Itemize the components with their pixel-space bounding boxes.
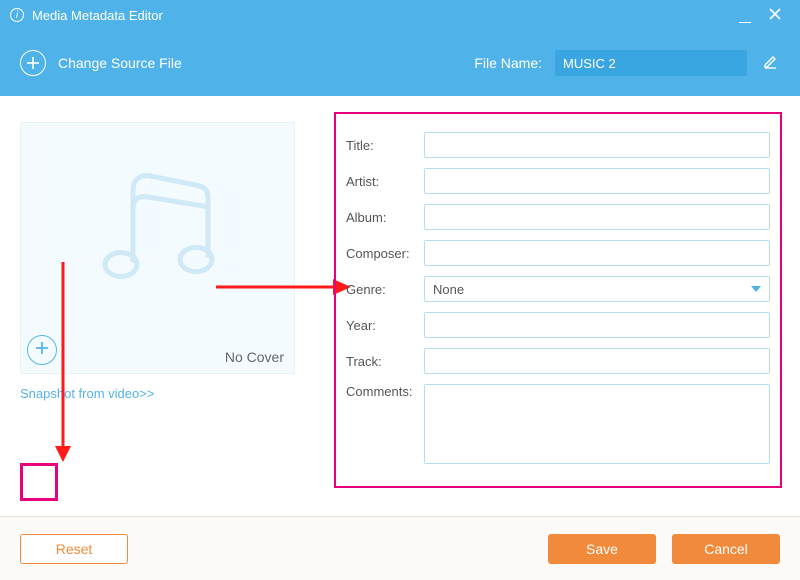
year-input[interactable] <box>424 312 770 338</box>
change-source-icon[interactable] <box>20 50 46 76</box>
no-cover-label: No Cover <box>225 349 284 365</box>
plus-icon <box>35 341 49 360</box>
body: No Cover Snapshot from video>> Title: <box>0 96 800 516</box>
album-input[interactable] <box>424 204 770 230</box>
change-source-button[interactable]: Change Source File <box>58 55 182 71</box>
cancel-button[interactable]: Cancel <box>672 534 780 564</box>
title-label: Title: <box>346 138 424 153</box>
minimize-icon <box>739 22 751 23</box>
album-label: Album: <box>346 210 424 225</box>
add-cover-button[interactable] <box>27 335 57 365</box>
artist-label: Artist: <box>346 174 424 189</box>
genre-select[interactable]: None <box>424 276 770 302</box>
metadata-form: Title: Artist: Album: Composer: Genre: N… <box>334 112 782 488</box>
genre-value: None <box>433 282 464 297</box>
cover-preview: No Cover <box>20 122 295 374</box>
title-bar: i Media Metadata Editor <box>0 0 800 30</box>
window: i Media Metadata Editor Change Source Fi… <box>0 0 800 580</box>
cover-panel: No Cover Snapshot from video>> <box>16 122 316 506</box>
comments-label: Comments: <box>346 384 424 399</box>
minimize-button[interactable] <box>730 8 760 23</box>
year-label: Year: <box>346 318 424 333</box>
composer-label: Composer: <box>346 246 424 261</box>
sub-header: Change Source File File Name: <box>0 30 800 96</box>
artist-input[interactable] <box>424 168 770 194</box>
composer-input[interactable] <box>424 240 770 266</box>
music-note-icon <box>83 161 233 306</box>
close-button[interactable] <box>760 7 790 24</box>
window-title: Media Metadata Editor <box>32 8 163 23</box>
close-icon <box>768 9 782 24</box>
save-button[interactable]: Save <box>548 534 656 564</box>
track-label: Track: <box>346 354 424 369</box>
genre-label: Genre: <box>346 282 424 297</box>
file-name-label: File Name: <box>474 55 542 71</box>
title-input[interactable] <box>424 132 770 158</box>
track-input[interactable] <box>424 348 770 374</box>
file-name-input[interactable] <box>554 49 748 77</box>
annotation-highlight-add <box>20 463 58 501</box>
info-icon: i <box>10 8 24 22</box>
chevron-down-icon <box>751 286 761 292</box>
snapshot-link[interactable]: Snapshot from video>> <box>20 386 154 401</box>
edit-filename-button[interactable] <box>762 53 780 74</box>
reset-button[interactable]: Reset <box>20 534 128 564</box>
pencil-icon <box>762 53 780 74</box>
footer: Reset Save Cancel <box>0 516 800 580</box>
comments-input[interactable] <box>424 384 770 464</box>
